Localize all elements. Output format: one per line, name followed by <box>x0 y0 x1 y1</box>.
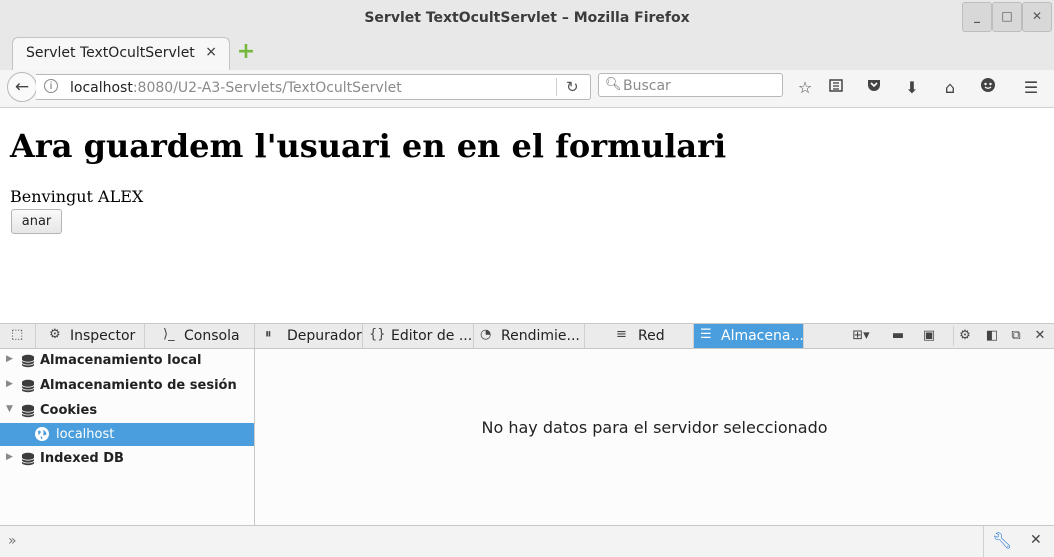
page-content: Ara guardem l'usuari en en el formulari … <box>0 108 1054 323</box>
tree-item-session-storage[interactable]: ▶ Almacenamiento de sesión <box>0 375 254 399</box>
downloads-arrow-icon[interactable]: ⬇ <box>900 76 924 100</box>
page-heading: Ara guardem l'usuari en en el formulari <box>10 127 727 165</box>
close-window-button[interactable]: ✕ <box>1022 2 1052 32</box>
performance-icon: ◔ <box>480 327 492 342</box>
url-text[interactable]: localhost:8080/U2-A3-Servlets/TextOcultS… <box>70 80 402 96</box>
pocket-icon[interactable] <box>862 76 886 100</box>
url-bar[interactable]: i localhost:8080/U2-A3-Servlets/TextOcul… <box>36 74 591 100</box>
tree-label: localhost <box>56 427 115 442</box>
expand-arrow-icon[interactable]: ▶ <box>6 354 13 364</box>
tab-performance[interactable]: ◔ Rendimie... <box>474 324 585 348</box>
responsive-design-icon[interactable]: ▣ <box>918 326 940 346</box>
tab-console[interactable]: ⟩_ Consola <box>145 324 255 348</box>
tab-inspector-label: Inspector <box>70 328 136 344</box>
window-titlebar: Servlet TextOcultServlet – Mozilla Firef… <box>0 0 1054 37</box>
storage-table-area: No hay datos para el servidor selecciona… <box>255 349 1054 525</box>
collapse-arrow-icon[interactable]: ▼ <box>6 404 13 414</box>
database-icon <box>21 452 35 466</box>
search-icon: 🔍︎ <box>605 77 622 92</box>
close-console-icon[interactable]: ✕ <box>1030 532 1042 548</box>
window-title: Servlet TextOcultServlet – Mozilla Firef… <box>364 10 690 26</box>
debugger-icon: ⏸ <box>265 327 272 342</box>
hamburger-menu-icon[interactable]: ☰ <box>1019 76 1043 100</box>
tree-label: Almacenamiento local <box>40 353 202 368</box>
devtools-tabbar: ⬚ ⚙ Inspector ⟩_ Consola ⏸ Depurador {} … <box>0 324 1054 349</box>
tab-performance-label: Rendimie... <box>501 328 580 344</box>
element-picker-icon: ⬚ <box>11 327 24 342</box>
globe-icon <box>35 427 49 441</box>
tab-style-editor[interactable]: {} Editor de ... <box>363 324 474 348</box>
devtools-panel: ⬚ ⚙ Inspector ⟩_ Consola ⏸ Depurador {} … <box>0 323 1054 557</box>
tab-inspector[interactable]: ⚙ Inspector <box>36 324 145 348</box>
console-separator <box>983 526 984 557</box>
tab-style-editor-label: Editor de ... <box>391 328 473 344</box>
close-devtools-icon[interactable]: ✕ <box>1029 326 1051 346</box>
dock-side-icon[interactable]: ◧ <box>981 326 1003 346</box>
network-icon: ≡ <box>616 327 627 342</box>
database-icon <box>21 354 35 368</box>
site-info-icon[interactable]: i <box>44 79 58 93</box>
welcome-text: Benvingut ALEX <box>10 187 144 206</box>
tree-item-local-storage[interactable]: ▶ Almacenamiento local <box>0 350 254 374</box>
tab-strip: Servlet TextOcultServlet × + <box>0 37 1054 71</box>
bookmark-star-icon[interactable]: ☆ <box>793 76 817 100</box>
tab-title: Servlet TextOcultServlet <box>26 45 195 61</box>
tab-network-label: Red <box>638 328 665 344</box>
tree-label: Indexed DB <box>40 451 124 466</box>
storage-icon: ☰ <box>700 327 712 342</box>
url-path: :8080/U2-A3-Servlets/TextOcultServlet <box>132 80 402 96</box>
frame-select-icon[interactable]: ⊞▾ <box>850 326 872 346</box>
style-editor-icon: {} <box>369 327 386 342</box>
inspector-icon: ⚙ <box>49 327 61 342</box>
tab-network[interactable]: ≡ Red <box>585 324 694 348</box>
url-separator <box>556 78 557 96</box>
split-console-icon[interactable]: ▬ <box>887 326 909 346</box>
database-icon <box>21 404 35 418</box>
console-icon: ⟩_ <box>163 327 175 342</box>
tab-close-icon[interactable]: × <box>205 44 217 60</box>
new-tab-plus-icon[interactable]: + <box>235 41 257 63</box>
maximize-button[interactable]: □ <box>992 2 1022 32</box>
console-input-bar[interactable]: » 🔧︎ ✕ <box>0 525 1054 557</box>
storage-sidebar: ▶ Almacenamiento local ▶ Almacenamiento … <box>0 349 255 525</box>
search-input[interactable]: 🔍︎ Buscar <box>598 73 783 97</box>
anar-button[interactable]: anar <box>11 209 62 234</box>
tab-servlet[interactable]: Servlet TextOcultServlet × <box>12 37 230 70</box>
database-icon <box>21 379 35 393</box>
tree-item-indexed-db[interactable]: ▶ Indexed DB <box>0 448 254 472</box>
navigation-toolbar: ← i localhost:8080/U2-A3-Servlets/TextOc… <box>0 70 1054 108</box>
back-arrow-icon[interactable]: ← <box>7 72 37 102</box>
tab-storage[interactable]: ☰ Almacena... <box>694 324 804 348</box>
tree-label: Almacenamiento de sesión <box>40 378 237 393</box>
tab-debugger-label: Depurador <box>287 328 362 344</box>
settings-gear-icon[interactable]: ⚙ <box>953 326 976 346</box>
url-host: localhost <box>70 80 133 96</box>
tree-label: Cookies <box>40 403 98 418</box>
empty-message: No hay datos para el servidor selecciona… <box>481 418 828 437</box>
element-picker-button[interactable]: ⬚ <box>0 324 36 348</box>
minimize-button[interactable]: _ <box>962 2 992 32</box>
tab-storage-label: Almacena... <box>721 328 804 344</box>
reload-icon[interactable]: ↻ <box>566 78 579 96</box>
tree-item-cookies[interactable]: ▼ Cookies <box>0 400 254 424</box>
reading-list-icon[interactable] <box>824 76 848 100</box>
search-placeholder: Buscar <box>623 78 671 94</box>
expand-arrow-icon[interactable]: ▶ <box>6 452 13 462</box>
tree-item-localhost[interactable]: localhost <box>0 423 254 446</box>
expand-arrow-icon[interactable]: ▶ <box>6 379 13 389</box>
home-icon[interactable]: ⌂ <box>938 76 962 100</box>
hello-chat-icon[interactable] <box>976 76 1000 100</box>
tab-console-label: Consola <box>184 328 240 344</box>
tab-debugger[interactable]: ⏸ Depurador <box>255 324 363 348</box>
double-chevron-icon: » <box>8 533 17 549</box>
wrench-icon[interactable]: 🔧︎ <box>992 531 1012 550</box>
undock-window-icon[interactable]: ⧉ <box>1005 326 1027 346</box>
